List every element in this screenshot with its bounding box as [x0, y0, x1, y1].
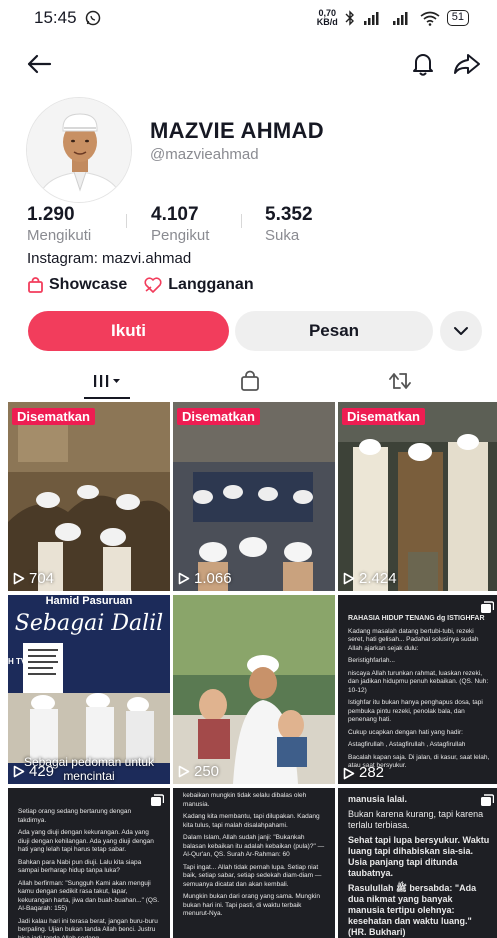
showcase-link[interactable]: Showcase [27, 275, 127, 295]
more-button[interactable] [440, 311, 482, 351]
view-count: 2.424 [343, 570, 397, 587]
profile-handle: @mazvieahmad [150, 146, 259, 163]
video-grid: Disematkan 704 Disematkan 1.066 Disematk… [8, 402, 497, 938]
showcase-label: Showcase [49, 276, 128, 293]
stat-likes[interactable]: 5.352 Suka [265, 204, 313, 244]
share-arrow-icon [454, 54, 480, 74]
repost-icon [389, 373, 411, 389]
thumbnail-image [338, 402, 497, 591]
view-count: 1.066 [178, 570, 232, 587]
share-button[interactable] [449, 46, 485, 82]
signal-icon-2 [392, 12, 408, 25]
profile-name: MAZVIE AHMAD [150, 118, 324, 143]
following-label: Mengikuti [27, 227, 92, 244]
wifi-icon [420, 11, 440, 26]
avatar-image [27, 98, 131, 202]
subscription-label: Langganan [168, 276, 254, 293]
video-thumbnail[interactable]: Disematkan 2.424 [338, 402, 497, 591]
view-count: 282 [343, 766, 384, 780]
back-button[interactable] [21, 46, 57, 82]
followers-count: 4.107 [151, 204, 199, 225]
view-count: 250 [178, 763, 219, 780]
shopping-bag-icon [241, 370, 259, 391]
post-heading: RAHASIA HIDUP TENANG dg ISTIGHFAR [348, 615, 485, 622]
avatar[interactable] [26, 97, 132, 203]
stat-followers[interactable]: 4.107 Pengikut [151, 204, 209, 244]
play-icon [13, 765, 25, 778]
battery-indicator: 51 [446, 10, 469, 26]
tab-videos[interactable] [76, 362, 138, 400]
video-thumbnail[interactable]: 250 [173, 595, 335, 784]
view-count: 429 [13, 763, 54, 780]
thumbnail-image [8, 402, 170, 591]
play-icon [178, 765, 190, 778]
subscription-link[interactable]: Langganan [143, 275, 254, 295]
tab-reposts[interactable] [375, 362, 425, 400]
pinned-badge: Disematkan [177, 408, 260, 425]
likes-label: Suka [265, 227, 300, 244]
play-icon [13, 572, 25, 585]
stat-divider [126, 214, 127, 228]
status-time: 15:45 [34, 8, 77, 27]
video-thumbnail[interactable]: Disematkan 704 [8, 402, 170, 591]
status-left: 15:45 [34, 8, 101, 28]
shopping-bag-icon [28, 276, 43, 293]
video-thumbnail[interactable]: Hamid Pasuruan Sebagai Dalil H TV Sebaga… [8, 595, 170, 784]
arrow-left-icon [27, 54, 52, 74]
play-icon [343, 767, 355, 780]
photo-post-thumbnail[interactable]: Setiap orang sedang bertarung dengan tak… [8, 788, 170, 938]
play-icon [343, 572, 355, 585]
overlay-title-text: Sebagai Dalil [14, 611, 164, 636]
top-navigation [0, 44, 497, 84]
followers-label: Pengikut [151, 227, 210, 244]
heart-badge-icon [144, 277, 162, 293]
bell-icon [413, 54, 433, 76]
photo-post-thumbnail[interactable]: kebaikan mungkin tidak selalu dibalas ol… [173, 788, 335, 938]
photo-post-thumbnail[interactable]: RAHASIA HIDUP TENANG dg ISTIGHFAR Kadang… [338, 595, 497, 784]
thumbnail-image [173, 595, 335, 784]
stat-divider [241, 214, 242, 228]
view-count: 704 [13, 570, 54, 587]
overlay-top-text: Hamid Pasuruan [45, 595, 133, 607]
pinned-badge: Disematkan [12, 408, 95, 425]
stat-following[interactable]: 1.290 Mengikuti [27, 204, 91, 244]
status-bar: 15:45 0,70 KB/d 51 [0, 0, 497, 36]
status-right: 0,70 KB/d 51 [317, 9, 469, 27]
likes-count: 5.352 [265, 204, 313, 225]
notification-button[interactable] [405, 46, 441, 82]
thumbnail-image [8, 643, 170, 763]
thumbnail-image [173, 402, 335, 591]
video-thumbnail[interactable]: Disematkan 1.066 [173, 402, 335, 591]
photo-stack-icon [481, 601, 494, 613]
profile-links: Showcase Langganan [27, 275, 254, 295]
whatsapp-icon [85, 10, 100, 26]
network-speed: 0,70 KB/d [316, 8, 338, 27]
bluetooth-icon [345, 10, 354, 26]
signal-icon [363, 12, 379, 25]
active-tab-indicator [84, 397, 130, 399]
chevron-down-icon [454, 327, 468, 335]
follow-button[interactable]: Ikuti [28, 311, 229, 351]
play-icon [178, 572, 190, 585]
pinned-badge: Disematkan [342, 408, 425, 425]
tab-shop[interactable] [225, 362, 275, 400]
grid-bars-icon [94, 375, 120, 387]
content-tabs [0, 362, 497, 400]
profile-bio: Instagram: mazvi.ahmad [27, 250, 192, 267]
photo-stack-icon [151, 794, 164, 806]
photo-stack-icon [481, 794, 494, 806]
photo-post-thumbnail[interactable]: manusia lalai. Bukan karena kurang, tapi… [338, 788, 497, 938]
following-count: 1.290 [27, 204, 75, 225]
message-button[interactable]: Pesan [235, 311, 433, 351]
